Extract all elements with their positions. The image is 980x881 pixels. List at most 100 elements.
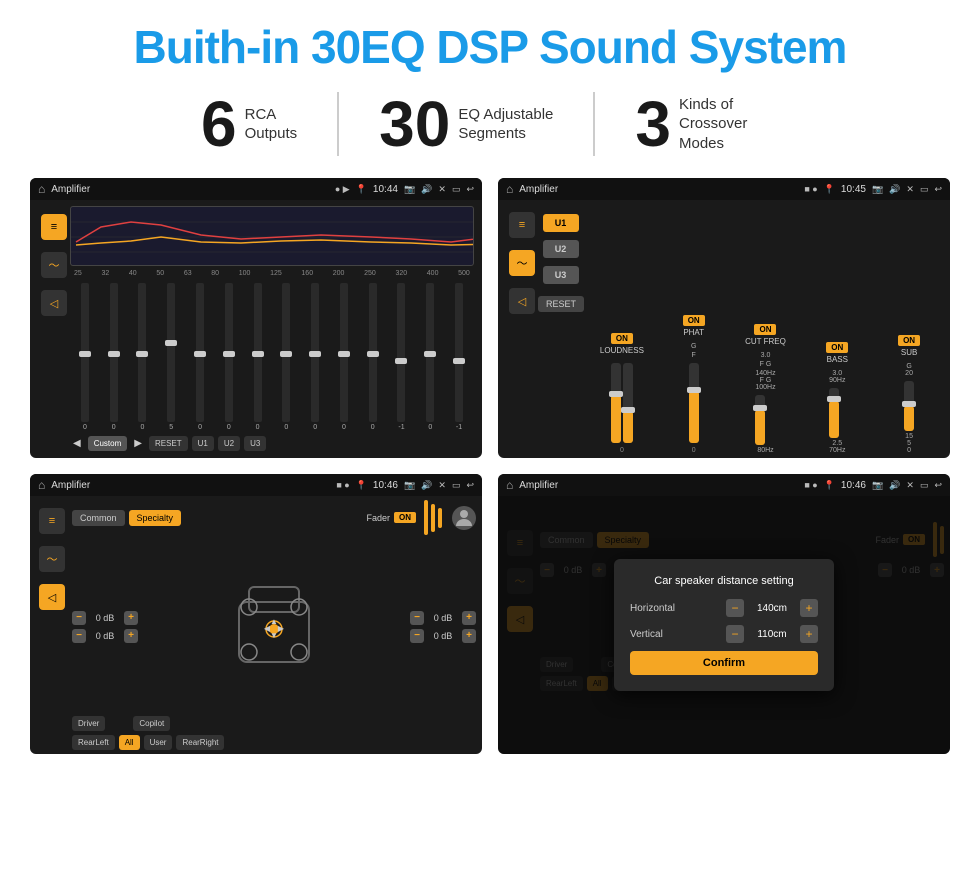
fader-db-plus-3[interactable]: + xyxy=(462,629,476,643)
fader-location-icon: 📍 xyxy=(356,480,367,491)
car-svg: ▲ ▼ ◀ ▶ xyxy=(229,572,319,682)
fader-rearright-btn[interactable]: RearRight xyxy=(176,735,224,750)
eq-custom-btn[interactable]: Custom xyxy=(88,436,128,451)
fader-all-btn[interactable]: All xyxy=(119,735,140,750)
fader-rearleft-btn[interactable]: RearLeft xyxy=(72,735,115,750)
fader-bottom-bar: Driver Copilot xyxy=(72,716,476,731)
crossover-rect-icon: ▭ xyxy=(920,184,929,195)
crossover-home-icon[interactable]: ⌂ xyxy=(506,182,513,196)
crossover-sb-speaker[interactable]: ◁ xyxy=(509,288,535,314)
dialog-dot-icon: ■ ● xyxy=(804,480,817,490)
eq-reset-btn[interactable]: RESET xyxy=(149,436,188,451)
fader-person-icon[interactable] xyxy=(452,506,476,530)
crossover-u1-btn[interactable]: U1 xyxy=(543,214,579,232)
eq-slider-5: 0 xyxy=(216,281,242,431)
dialog-horizontal-label: Horizontal xyxy=(630,603,718,614)
fader-sb-wave[interactable]: 〜 xyxy=(39,546,65,572)
page-wrapper: Buith-in 30EQ DSP Sound System 6 RCAOutp… xyxy=(0,0,980,774)
crossover-x-icon: ✕ xyxy=(906,184,914,195)
crossover-u2-btn[interactable]: U2 xyxy=(543,240,579,258)
dialog-vertical-minus[interactable]: − xyxy=(726,625,744,643)
fader-home-icon[interactable]: ⌂ xyxy=(38,478,45,492)
fader-db-minus-2[interactable]: − xyxy=(410,611,424,625)
stat-label-rca: RCAOutputs xyxy=(245,105,298,144)
fader-user-btn[interactable]: User xyxy=(144,735,173,750)
fader-slider-group xyxy=(424,500,442,535)
fader-driver-btn[interactable]: Driver xyxy=(72,716,105,731)
fader-common-tab[interactable]: Common xyxy=(72,510,125,526)
eq-slider-1: 0 xyxy=(101,281,127,431)
fader-db-val-1: 0 dB xyxy=(90,631,120,641)
crossover-on-cutfreq[interactable]: ON xyxy=(754,324,776,335)
fader-cam-icon: 📷 xyxy=(404,480,415,491)
eq-u1-btn[interactable]: U1 xyxy=(192,436,214,451)
eq-slider-12: 0 xyxy=(417,281,443,431)
fader-db-minus-3[interactable]: − xyxy=(410,629,424,643)
crossover-on-phat[interactable]: ON xyxy=(683,315,705,326)
dialog-overlay: Car speaker distance setting Horizontal … xyxy=(498,496,950,754)
stat-number-eq: 30 xyxy=(379,92,450,156)
eq-u3-btn[interactable]: U3 xyxy=(244,436,266,451)
crossover-back-icon[interactable]: ↩ xyxy=(934,184,942,195)
eq-home-icon[interactable]: ⌂ xyxy=(38,182,45,196)
eq-next-btn[interactable]: ▶ xyxy=(131,435,145,452)
fader-dbs-left: − 0 dB + − 0 dB + xyxy=(72,541,138,712)
eq-sidebar-speaker-btn[interactable]: ◁ xyxy=(41,290,67,316)
fader-db-val-2: 0 dB xyxy=(428,613,458,623)
stats-row: 6 RCAOutputs 30 EQ AdjustableSegments 3 … xyxy=(30,92,950,156)
fader-db-plus-2[interactable]: + xyxy=(462,611,476,625)
fader-on-badge[interactable]: ON xyxy=(394,512,416,523)
eq-u2-btn[interactable]: U2 xyxy=(218,436,240,451)
eq-vol-icon: 🔊 xyxy=(421,184,432,195)
fader-slider-3[interactable] xyxy=(438,508,442,528)
main-title: Buith-in 30EQ DSP Sound System xyxy=(30,20,950,74)
svg-text:▲: ▲ xyxy=(270,617,278,626)
fader-db-plus-0[interactable]: + xyxy=(124,611,138,625)
stat-crossover: 3 Kinds ofCrossover Modes xyxy=(595,92,819,156)
fader-vol-icon: 🔊 xyxy=(421,480,432,491)
fader-db-minus-1[interactable]: − xyxy=(72,629,86,643)
eq-freq-labels: 25 32 40 50 63 80 100 125 160 200 250 32… xyxy=(70,270,474,277)
crossover-status-bar: ⌂ Amplifier ■ ● 📍 10:45 📷 🔊 ✕ ▭ ↩ xyxy=(498,178,950,200)
eq-sidebar-filter-btn[interactable]: ≡ xyxy=(41,214,67,240)
fader-db-minus-0[interactable]: − xyxy=(72,611,86,625)
fader-status-bar: ⌂ Amplifier ■ ● 📍 10:46 📷 🔊 ✕ ▭ ↩ xyxy=(30,474,482,496)
dialog-horizontal-val: 140cm xyxy=(752,603,792,614)
eq-sidebar: ≡ 〜 ◁ xyxy=(38,206,70,452)
car-diagram: ▲ ▼ ◀ ▶ xyxy=(146,541,402,712)
eq-back-icon[interactable]: ↩ xyxy=(466,184,474,195)
dialog-status-bar: ⌂ Amplifier ■ ● 📍 10:46 📷 🔊 ✕ ▭ ↩ xyxy=(498,474,950,496)
fader-slider-1[interactable] xyxy=(424,500,428,535)
crossover-on-loudness[interactable]: ON xyxy=(611,333,633,344)
fader-db-plus-1[interactable]: + xyxy=(124,629,138,643)
eq-sidebar-wave-btn[interactable]: 〜 xyxy=(41,252,67,278)
eq-prev-btn[interactable]: ◀ xyxy=(70,435,84,452)
crossover-on-sub[interactable]: ON xyxy=(898,335,920,346)
fader-specialty-tab[interactable]: Specialty xyxy=(129,510,182,526)
crossover-on-bass[interactable]: ON xyxy=(826,342,848,353)
crossover-sb-wave[interactable]: 〜 xyxy=(509,250,535,276)
fader-sb-speaker[interactable]: ◁ xyxy=(39,584,65,610)
crossover-u3-btn[interactable]: U3 xyxy=(543,266,579,284)
fader-sb-filter[interactable]: ≡ xyxy=(39,508,65,534)
crossover-sb-filter[interactable]: ≡ xyxy=(509,212,535,238)
confirm-button[interactable]: Confirm xyxy=(630,651,818,675)
eq-screen-body: ≡ 〜 ◁ xyxy=(30,200,482,458)
dialog-screen-body: ≡ 〜 ◁ Common Specialty Fader ON xyxy=(498,496,950,754)
fader-time: 10:46 xyxy=(373,480,398,491)
dialog-home-icon[interactable]: ⌂ xyxy=(506,478,513,492)
stat-number-rca: 6 xyxy=(201,92,237,156)
fader-back-icon[interactable]: ↩ xyxy=(466,480,474,491)
fader-slider-2[interactable] xyxy=(431,504,435,532)
fader-bottom-bar-2: RearLeft All User RearRight xyxy=(72,735,476,750)
dialog-horizontal-plus[interactable]: + xyxy=(800,599,818,617)
dialog-back-icon[interactable]: ↩ xyxy=(934,480,942,491)
crossover-time: 10:45 xyxy=(841,184,866,195)
eq-slider-7: 0 xyxy=(273,281,299,431)
fader-x-icon: ✕ xyxy=(438,480,446,491)
dialog-vertical-plus[interactable]: + xyxy=(800,625,818,643)
fader-copilot-btn[interactable]: Copilot xyxy=(133,716,170,731)
crossover-col-phat: ON PHAT G F 0 xyxy=(661,315,727,454)
crossover-reset-btn[interactable]: RESET xyxy=(538,296,584,312)
dialog-horizontal-minus[interactable]: − xyxy=(726,599,744,617)
